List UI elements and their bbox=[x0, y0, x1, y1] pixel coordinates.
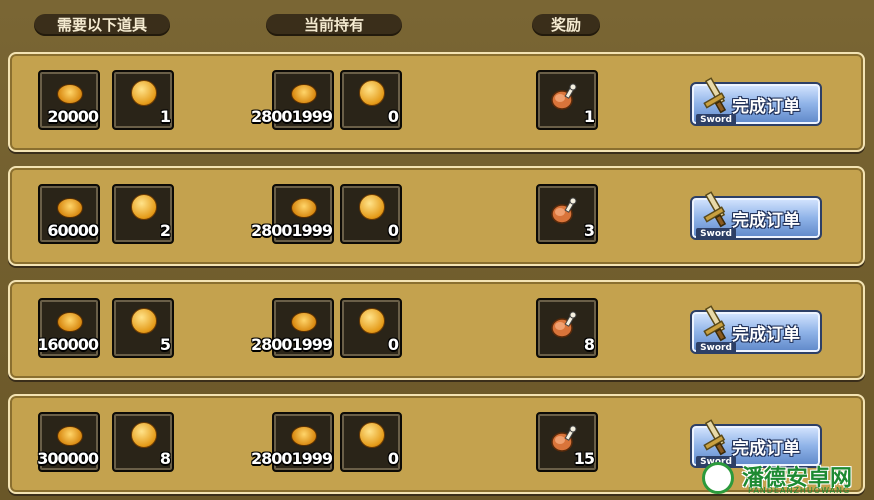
sword-icon bbox=[703, 419, 727, 456]
owned-token-count: 0 bbox=[387, 449, 399, 468]
complete-order-button[interactable]: 完成订单 Sword bbox=[690, 77, 822, 126]
button-tag: Sword bbox=[696, 114, 736, 126]
watermark-logo-icon bbox=[702, 462, 734, 494]
button-tag: Sword bbox=[696, 342, 736, 354]
required-token-slot: 8 bbox=[112, 412, 174, 472]
owned-token-count: 0 bbox=[387, 335, 399, 354]
owned-token-slot: 0 bbox=[340, 298, 402, 358]
order-panel: 需要以下道具 当前持有 奖励 20000 1 28001999 0 1 完成订单… bbox=[0, 0, 874, 500]
order-row: 60000 2 28001999 0 3 完成订单 Sword bbox=[8, 166, 865, 266]
meat-drumstick-icon bbox=[551, 83, 577, 110]
complete-order-button[interactable]: 完成订单 Sword bbox=[690, 191, 822, 240]
sword-icon bbox=[703, 191, 727, 228]
gold-token-icon bbox=[359, 80, 385, 106]
reward-count: 3 bbox=[583, 221, 595, 240]
required-token-slot: 2 bbox=[112, 184, 174, 244]
required-coins-slot: 20000 bbox=[38, 70, 100, 130]
owned-token-count: 0 bbox=[387, 221, 399, 240]
owned-token-count: 0 bbox=[387, 107, 399, 126]
sword-icon bbox=[703, 77, 727, 114]
complete-order-label: 完成订单 bbox=[732, 211, 800, 231]
gold-token-icon bbox=[131, 80, 157, 106]
gold-coin-icon bbox=[291, 84, 317, 104]
required-token-count: 5 bbox=[159, 335, 171, 354]
sword-icon bbox=[703, 305, 727, 342]
gold-coin-icon bbox=[57, 84, 83, 104]
gold-coin-icon bbox=[57, 426, 83, 446]
order-row: 160000 5 28001999 0 8 完成订单 Sword bbox=[8, 280, 865, 380]
reward-count: 8 bbox=[583, 335, 595, 354]
owned-coins-count: 28001999 bbox=[250, 221, 333, 240]
required-token-slot: 1 bbox=[112, 70, 174, 130]
required-coins-count: 300000 bbox=[37, 449, 99, 468]
complete-order-label: 完成订单 bbox=[732, 325, 800, 345]
gold-token-icon bbox=[131, 422, 157, 448]
gold-coin-icon bbox=[291, 426, 317, 446]
required-coins-count: 160000 bbox=[37, 335, 99, 354]
gold-token-icon bbox=[131, 308, 157, 334]
gold-coin-icon bbox=[291, 312, 317, 332]
required-coins-count: 20000 bbox=[47, 107, 99, 126]
gold-token-icon bbox=[131, 194, 157, 220]
owned-coins-count: 28001999 bbox=[250, 335, 333, 354]
meat-drumstick-icon bbox=[551, 311, 577, 338]
header-reward: 奖励 bbox=[532, 14, 600, 36]
required-coins-slot: 60000 bbox=[38, 184, 100, 244]
reward-count: 15 bbox=[573, 449, 595, 468]
owned-coins-count: 28001999 bbox=[250, 107, 333, 126]
required-coins-slot: 160000 bbox=[37, 298, 100, 358]
reward-slot: 3 bbox=[536, 184, 598, 244]
owned-token-slot: 0 bbox=[340, 184, 402, 244]
owned-token-slot: 0 bbox=[340, 412, 402, 472]
reward-slot: 8 bbox=[536, 298, 598, 358]
reward-slot: 15 bbox=[536, 412, 598, 472]
complete-order-label: 完成订单 bbox=[732, 97, 800, 117]
gold-coin-icon bbox=[57, 198, 83, 218]
required-token-count: 8 bbox=[159, 449, 171, 468]
header-required: 需要以下道具 bbox=[34, 14, 170, 36]
gold-token-icon bbox=[359, 194, 385, 220]
gold-token-icon bbox=[359, 422, 385, 448]
meat-drumstick-icon bbox=[551, 197, 577, 224]
watermark-subtext: PANDEANZHUOWANG bbox=[748, 486, 851, 495]
owned-token-slot: 0 bbox=[340, 70, 402, 130]
required-token-count: 2 bbox=[159, 221, 171, 240]
header-owned: 当前持有 bbox=[266, 14, 402, 36]
owned-coins-slot: 28001999 bbox=[251, 184, 334, 244]
button-tag: Sword bbox=[696, 228, 736, 240]
gold-coin-icon bbox=[57, 312, 83, 332]
required-token-count: 1 bbox=[159, 107, 171, 126]
reward-slot: 1 bbox=[536, 70, 598, 130]
order-row: 20000 1 28001999 0 1 完成订单 Sword bbox=[8, 52, 865, 152]
reward-count: 1 bbox=[583, 107, 595, 126]
gold-coin-icon bbox=[291, 198, 317, 218]
owned-coins-slot: 28001999 bbox=[251, 412, 334, 472]
owned-coins-slot: 28001999 bbox=[251, 298, 334, 358]
gold-token-icon bbox=[359, 308, 385, 334]
complete-order-label: 完成订单 bbox=[732, 439, 800, 459]
required-coins-slot: 300000 bbox=[37, 412, 100, 472]
site-watermark: 潘德安卓网 PANDEANZHUOWANG bbox=[700, 460, 870, 496]
complete-order-button[interactable]: 完成订单 Sword bbox=[690, 305, 822, 354]
required-coins-count: 60000 bbox=[47, 221, 99, 240]
owned-coins-count: 28001999 bbox=[250, 449, 333, 468]
required-token-slot: 5 bbox=[112, 298, 174, 358]
owned-coins-slot: 28001999 bbox=[251, 70, 334, 130]
